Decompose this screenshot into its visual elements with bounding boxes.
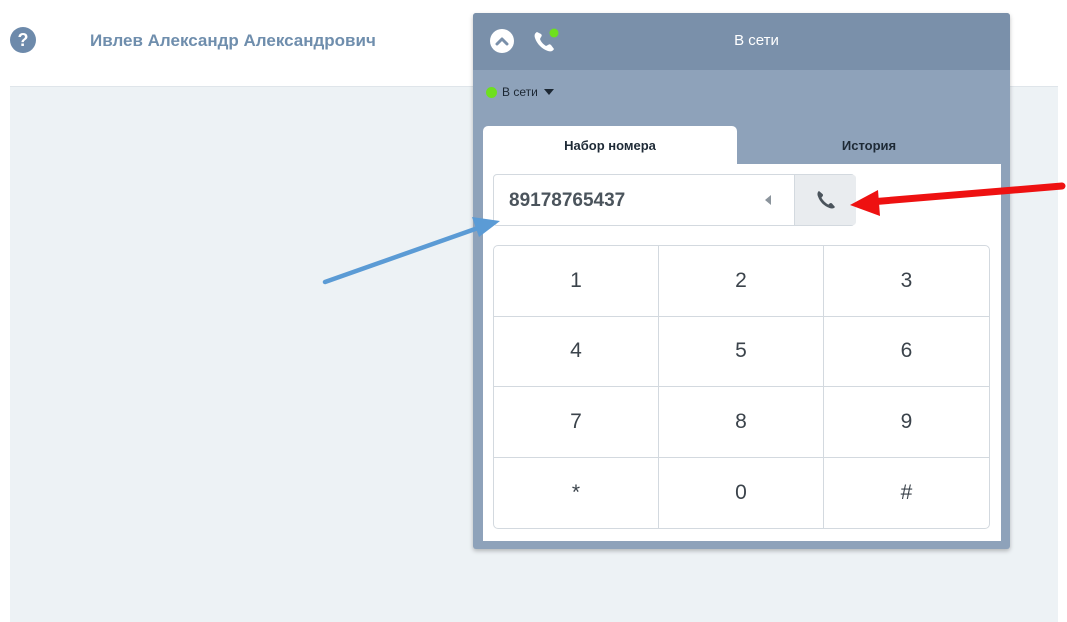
status-dropdown[interactable]: В сети [486, 85, 554, 99]
call-button[interactable] [794, 175, 856, 225]
key-hash[interactable]: # [824, 458, 989, 529]
dial-panel: 89178765437 1 2 3 4 5 6 7 8 9 * 0 # [483, 164, 1001, 541]
help-icon[interactable]: ? [10, 27, 36, 53]
header-status: В сети [734, 32, 779, 49]
caret-down-icon [543, 89, 554, 95]
key-3[interactable]: 3 [824, 246, 989, 317]
key-9[interactable]: 9 [824, 387, 989, 458]
key-8[interactable]: 8 [659, 387, 824, 458]
key-7[interactable]: 7 [494, 387, 659, 458]
online-status-dot [486, 86, 497, 98]
key-1[interactable]: 1 [494, 246, 659, 317]
backspace-icon[interactable] [761, 193, 775, 207]
keypad: 1 2 3 4 5 6 7 8 9 * 0 # [493, 245, 990, 529]
user-name[interactable]: Ивлев Александр Александрович [90, 31, 376, 51]
key-star[interactable]: * [494, 457, 659, 528]
widget-header: В сети [473, 13, 1010, 70]
phone-icon [816, 191, 835, 209]
status-label: В сети [502, 85, 538, 99]
key-2[interactable]: 2 [659, 246, 824, 317]
key-0[interactable]: 0 [659, 457, 824, 528]
key-4[interactable]: 4 [494, 316, 659, 387]
phone-widget: В сети В сети Набор номера История 89178… [473, 13, 1010, 549]
key-6[interactable]: 6 [824, 317, 989, 387]
phone-number-value: 89178765437 [509, 190, 626, 211]
tab-dial[interactable]: Набор номера [483, 126, 737, 164]
phone-number-field[interactable]: 89178765437 [493, 174, 856, 226]
key-5[interactable]: 5 [659, 316, 824, 387]
tab-history[interactable]: История [737, 126, 1001, 164]
